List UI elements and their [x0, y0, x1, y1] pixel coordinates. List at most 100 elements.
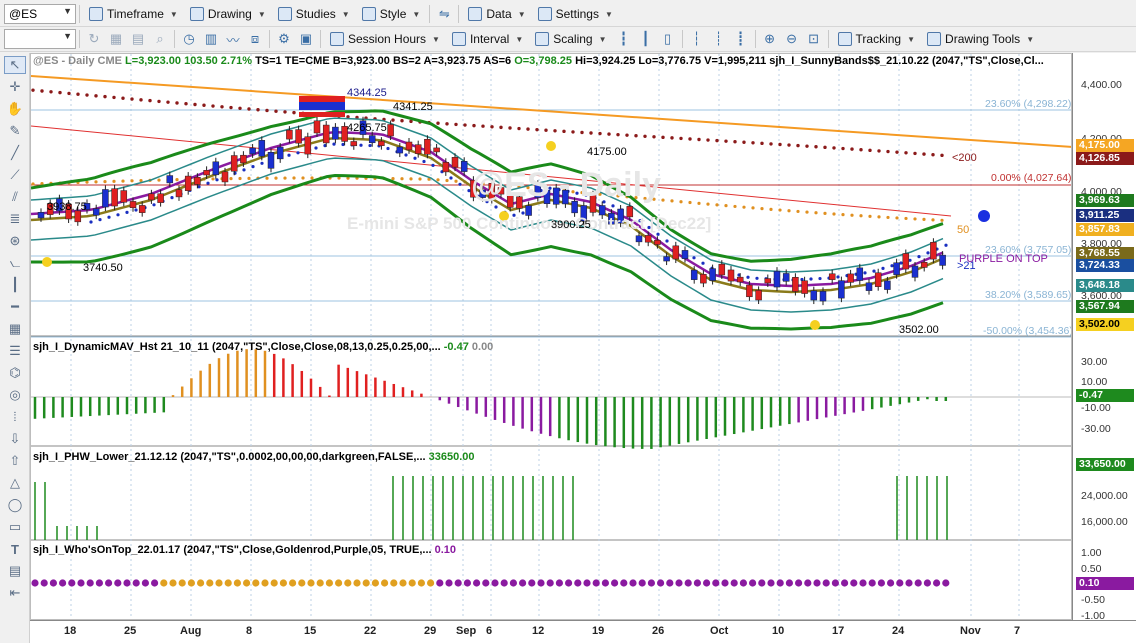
callout-icon[interactable]: ▤	[4, 562, 26, 580]
bar-style-icon[interactable]: ┇	[615, 30, 633, 48]
ma200-dot	[922, 152, 926, 156]
hand-icon[interactable]: ✋	[4, 100, 26, 118]
arrow-down-icon[interactable]: ⇩	[4, 430, 26, 448]
ma200-dot	[94, 94, 98, 98]
studies-button[interactable]: Studies ▼	[272, 3, 356, 25]
rectangle-icon[interactable]: ▭	[4, 518, 26, 536]
tracking-button[interactable]: Tracking ▼	[832, 28, 922, 50]
symbol-combo[interactable]: @ES ▼	[4, 4, 76, 24]
candle-icon[interactable]: ⧈	[246, 30, 264, 48]
candle-body	[405, 141, 413, 151]
line-chart-icon[interactable]: 〰	[224, 30, 242, 48]
time-zones-icon[interactable]: ⦙	[4, 408, 26, 426]
session-hours-button[interactable]: Session Hours ▼	[324, 28, 446, 50]
time-axis[interactable]: 18 25 Aug 8 15 22 29 Sep 6 12 19 26 Oct …	[30, 620, 1136, 643]
trendline-icon[interactable]: ╱	[4, 144, 26, 162]
price-annotation: 3900.25	[551, 219, 591, 231]
bar-spacing-icon[interactable]: ┊	[710, 30, 728, 48]
ellipse-icon[interactable]: ◯	[4, 496, 26, 514]
ma50-dot	[877, 215, 881, 219]
ma200-dot	[130, 97, 134, 101]
channel-icon[interactable]: ⫽	[4, 188, 26, 206]
ma200-dot	[67, 91, 71, 96]
clock-icon[interactable]: ◷	[180, 30, 198, 48]
refresh-icon[interactable]: ↻	[85, 30, 103, 48]
text-icon[interactable]: T	[4, 540, 26, 558]
layers-icon[interactable]: ▣	[297, 30, 315, 48]
ma50-dot	[868, 214, 872, 218]
plugin-icon[interactable]: ⚙	[275, 30, 293, 48]
ray-icon[interactable]: ⟋	[4, 166, 26, 184]
remove-drawings-icon[interactable]: ⇤	[4, 584, 26, 602]
zoom-out-icon[interactable]: ⊖	[783, 30, 801, 48]
price-tag: 3,567.94	[1076, 300, 1134, 313]
tracking-label: Tracking	[855, 32, 902, 46]
pencil-icon[interactable]: ✎	[4, 122, 26, 140]
chevron-down-icon: ▼	[341, 9, 350, 19]
gann-icon[interactable]: ⊛	[4, 232, 26, 250]
interval-button[interactable]: Interval ▼	[446, 28, 529, 50]
speed-lines-icon[interactable]: ⦦	[4, 254, 26, 272]
scaling-button[interactable]: Scaling ▼	[529, 28, 612, 50]
timeframe-button[interactable]: Timeframe ▼	[83, 3, 184, 25]
grid-icon[interactable]: ▦	[107, 30, 125, 48]
ma21-dot	[836, 275, 840, 279]
interval-combo[interactable]: ▼	[4, 29, 76, 49]
triangle-icon[interactable]: △	[4, 474, 26, 492]
drawing-tools-button[interactable]: Drawing Tools ▼	[921, 28, 1040, 50]
window-icon[interactable]: ▤	[129, 30, 147, 48]
bar-chart-icon[interactable]: ▥	[202, 30, 220, 48]
bar-width-icon[interactable]: ┋	[732, 30, 750, 48]
toolbar-separator	[458, 5, 460, 23]
whos-on-top-dots	[31, 579, 950, 587]
price-tag: 3,648.18	[1076, 279, 1134, 292]
bar-density-icon[interactable]: ┆	[688, 30, 706, 48]
vertical-line-icon[interactable]: ┃	[4, 276, 26, 294]
ma200-dot	[40, 89, 44, 93]
axis-tick: -0.50	[1081, 594, 1105, 606]
arrow-up-icon[interactable]: ⇧	[4, 452, 26, 470]
whos-on-top-dot	[767, 579, 775, 587]
chart-pane[interactable]: @ES - Daily CME L=3,923.00 103.50 2.71% …	[30, 53, 1072, 620]
ma200-dot	[148, 98, 152, 103]
style-button[interactable]: Style ▼	[356, 3, 427, 25]
tracking-icon	[837, 32, 852, 46]
toolbar-separator	[754, 30, 756, 48]
whos-on-top-dot	[804, 579, 812, 587]
time-label: 12	[532, 625, 545, 637]
whos-on-top-dot	[482, 579, 490, 587]
lines-icon[interactable]: ☰	[4, 342, 26, 360]
whos-on-top-dot	[693, 579, 702, 587]
chart-canvas	[31, 54, 1071, 619]
zoom-icon[interactable]: ⌕	[151, 30, 169, 48]
whos-on-top-dot	[463, 579, 471, 587]
hollow-candle-icon[interactable]: ▯	[659, 30, 677, 48]
whos-on-top-dot	[307, 579, 315, 587]
cycle-icon[interactable]: ◎	[4, 386, 26, 404]
time-label: 25	[124, 625, 137, 637]
fan-icon[interactable]: ⌬	[4, 364, 26, 382]
drawing-button[interactable]: Drawing ▼	[184, 3, 272, 25]
crosshair-icon[interactable]: ✛	[4, 78, 26, 96]
settings-button[interactable]: Settings ▼	[532, 3, 619, 25]
data-button[interactable]: Data ▼	[462, 3, 531, 25]
candle-body	[313, 120, 321, 134]
ma50-dot	[769, 207, 773, 211]
swing-low-marker	[42, 257, 52, 267]
candle-style-icon[interactable]: ┃	[637, 30, 655, 48]
pointer-icon[interactable]: ↖	[4, 56, 26, 74]
price-axis[interactable]: 4,400.00 4,200.00 4,000.00 3,800.00 3,60…	[1072, 53, 1136, 622]
fib-icon[interactable]: ≣	[4, 210, 26, 228]
ma21-dot	[458, 182, 462, 186]
time-label: 6	[486, 625, 493, 637]
bars-icon[interactable]: ▦	[4, 320, 26, 338]
whos-on-top-dot	[546, 579, 554, 587]
ma50-dot	[886, 215, 890, 220]
link-windows-icon[interactable]: ⇋	[435, 5, 453, 23]
fit-icon[interactable]: ⊡	[805, 30, 823, 48]
main-toolbar: @ES ▼ Timeframe ▼ Drawing ▼ Studies ▼ Style…	[0, 2, 1136, 27]
zoom-in-icon[interactable]: ⊕	[761, 30, 779, 48]
whos-on-top-dot	[371, 579, 379, 587]
header-high: Hi=3,924.25	[575, 55, 636, 67]
horizontal-line-icon[interactable]: ━	[4, 298, 26, 316]
